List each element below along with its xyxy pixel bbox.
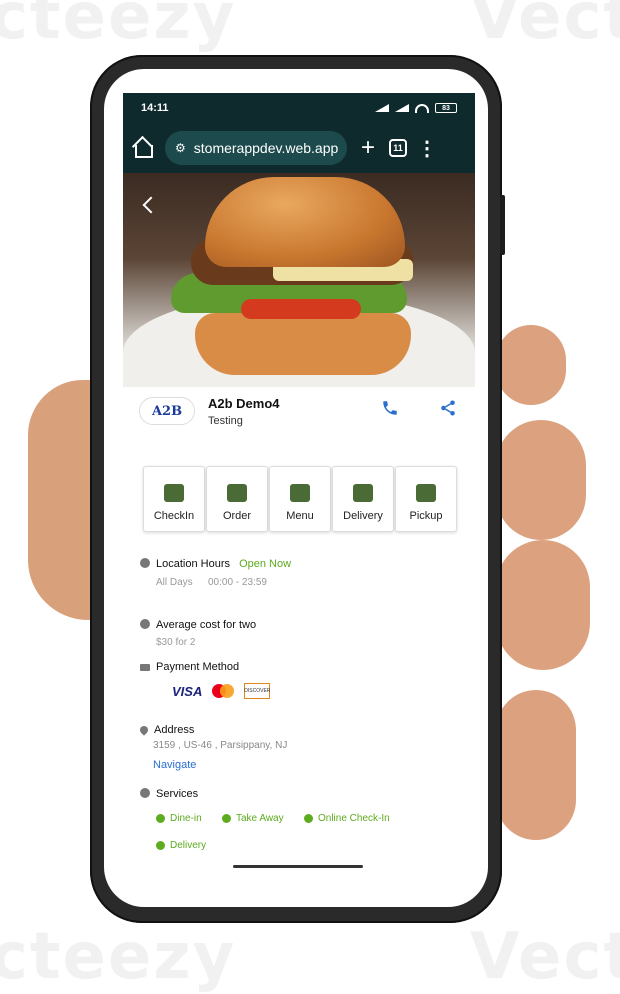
watermark: Vect: [470, 0, 620, 54]
status-bar: 14:11 83: [123, 93, 475, 123]
watermark: cteezy: [0, 920, 237, 994]
back-chevron-icon[interactable]: [142, 196, 160, 214]
card-icon: [140, 664, 150, 671]
service-label: Take Away: [236, 813, 284, 824]
watermark: Vect: [470, 920, 620, 994]
signal-icon: [375, 104, 389, 112]
delivery-label: Delivery: [343, 510, 383, 522]
hand-finger: [496, 420, 586, 540]
tomato: [241, 299, 361, 319]
hours-label: Location Hours: [156, 558, 230, 570]
checkin-button[interactable]: CheckIn: [143, 466, 205, 532]
clock-icon: [140, 558, 150, 568]
discover-logo: DISCOVER: [244, 683, 270, 699]
checkin-label: CheckIn: [153, 510, 195, 522]
hand-finger: [496, 540, 590, 670]
store-subtitle: Testing: [208, 415, 243, 427]
service-item: Dine-in: [156, 813, 202, 824]
status-time: 14:11: [141, 102, 169, 114]
table-icon: [164, 484, 184, 502]
pickup-button[interactable]: Pickup: [395, 466, 457, 532]
store-logo-text: A2B: [151, 403, 183, 419]
menu-button[interactable]: Menu: [269, 466, 331, 532]
phone-icon[interactable]: [381, 399, 399, 417]
tabs-count: 11: [393, 143, 403, 153]
service-label: Online Check-In: [318, 813, 390, 824]
phone-screen: 14:11 83 ⚙ stomerappdev.web.app + 11 ⋮ A…: [104, 69, 488, 907]
open-status: Open Now: [239, 558, 292, 570]
cost-value: $30 for 2: [156, 637, 196, 648]
site-settings-icon[interactable]: ⚙: [175, 141, 186, 155]
status-icons: 83: [375, 103, 457, 113]
info-icon: [140, 788, 150, 798]
cost-heading: Average cost for two: [140, 619, 256, 631]
home-icon[interactable]: [133, 137, 155, 159]
pickup-label: Pickup: [409, 510, 443, 522]
check-icon: [222, 814, 231, 823]
visa-logo: VISA: [172, 683, 203, 699]
browser-toolbar: ⚙ stomerappdev.web.app + 11 ⋮: [123, 123, 475, 173]
share-icon[interactable]: [439, 399, 457, 417]
url-bar[interactable]: ⚙ stomerappdev.web.app: [165, 131, 347, 165]
navigate-link[interactable]: Navigate: [153, 759, 196, 771]
dollar-icon: [140, 619, 150, 629]
cost-label: Average cost for two: [156, 619, 257, 631]
services-label: Services: [156, 788, 199, 800]
more-menu-icon[interactable]: ⋮: [417, 136, 437, 161]
wifi-icon: [415, 103, 429, 113]
url-text: stomerappdev.web.app: [193, 140, 339, 156]
scooter-icon: [227, 484, 247, 502]
service-label: Delivery: [170, 840, 207, 851]
service-item: Delivery: [156, 840, 206, 851]
payment-heading: Payment Method: [140, 661, 239, 673]
mastercard-logo: [212, 684, 235, 698]
delivery-button[interactable]: Delivery: [332, 466, 394, 532]
home-indicator[interactable]: [233, 865, 363, 868]
new-tab-icon[interactable]: +: [357, 136, 379, 160]
hours-time: 00:00 - 23:59: [208, 577, 267, 588]
action-buttons: CheckIn Order Menu Delivery Pickup: [143, 466, 459, 532]
menu-label: Menu: [286, 510, 314, 522]
bun-bottom: [195, 313, 411, 375]
address-heading: Address: [138, 724, 195, 736]
order-button[interactable]: Order: [206, 466, 268, 532]
store-name: A2b Demo4: [208, 396, 280, 411]
hand-finger: [496, 690, 576, 840]
payment-label: Payment Method: [156, 661, 240, 673]
payment-cards: VISA DISCOVER: [172, 683, 270, 699]
hours-days: All Days: [156, 577, 193, 588]
tabs-icon[interactable]: 11: [389, 139, 407, 157]
hand-finger: [496, 325, 566, 405]
signal-icon: [395, 104, 409, 112]
bun-top: [205, 177, 405, 267]
services-heading: Services: [140, 788, 198, 800]
store-logo: A2B: [139, 397, 195, 425]
watermark: cteezy: [0, 0, 237, 54]
scooter-icon: [353, 484, 373, 502]
bag-icon: [416, 484, 436, 502]
location-pin-icon: [138, 724, 150, 736]
hero-image: [123, 173, 475, 387]
check-icon: [304, 814, 313, 823]
phone-side-button: [500, 195, 505, 255]
service-item: Take Away: [222, 813, 284, 824]
hours-heading: Location Hours Open Now: [140, 558, 291, 570]
store-info: A2B A2b Demo4 Testing: [123, 387, 475, 449]
service-item: Online Check-In: [304, 813, 390, 824]
address-line: 3159 , US-46 , Parsippany, NJ: [153, 740, 288, 751]
battery-icon: 83: [435, 103, 457, 113]
menu-book-icon: [290, 484, 310, 502]
check-icon: [156, 841, 165, 850]
address-label: Address: [154, 724, 195, 736]
battery-level: 83: [442, 104, 450, 112]
order-label: Order: [222, 510, 252, 522]
service-label: Dine-in: [170, 813, 202, 824]
check-icon: [156, 814, 165, 823]
